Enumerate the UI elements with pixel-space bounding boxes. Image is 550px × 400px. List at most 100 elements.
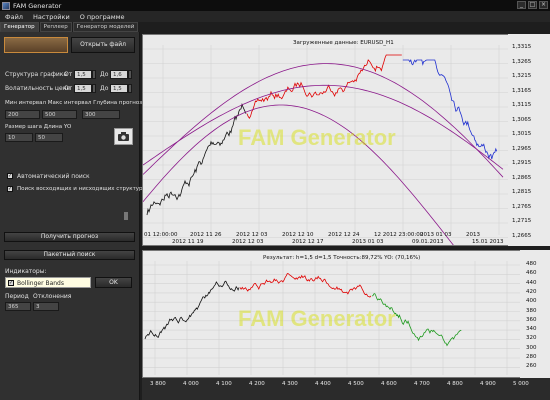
indicator-checkbox[interactable]: ✓ <box>8 280 14 286</box>
structure-from-input[interactable]: 1,5 <box>74 70 92 79</box>
price-y-tick: 1,3215 <box>512 73 532 79</box>
price-y-axis <box>508 34 550 246</box>
forecast-series <box>246 54 402 119</box>
structure-from-spinner[interactable] <box>92 70 96 79</box>
period-input[interactable]: 365 <box>5 302 31 311</box>
auto-search-label: Автоматический поиск <box>17 173 90 180</box>
step-input[interactable]: 10 <box>5 133 33 142</box>
close-button[interactable]: × <box>539 1 548 9</box>
step-label: Размер шага Длина YO <box>5 124 72 130</box>
price-y-tick: 1,2865 <box>512 174 532 181</box>
price-x-tick-lower: 2012 11 19 <box>172 239 204 245</box>
minimize-button[interactable]: _ <box>517 1 526 9</box>
result-x-tick: 4 500 <box>348 381 364 387</box>
menu-bar: Файл Настройки О программе <box>0 11 550 22</box>
structure-to-spinner[interactable] <box>128 70 132 79</box>
window-controls: _ □ × <box>517 1 548 9</box>
result-forecast-series <box>239 273 372 298</box>
min-interval-input[interactable]: 200 <box>5 110 40 119</box>
result-chart-svg: FAM Generator <box>143 261 521 375</box>
result-y-tick: 480 <box>526 261 537 267</box>
price-chart-svg: FAM Generator <box>143 45 509 245</box>
ok-button[interactable]: OK <box>95 277 132 288</box>
price-y-tick: 1,3065 <box>512 116 532 123</box>
result-chart[interactable]: FAM Generator Результат: h=1,5 d=1,5 Точ… <box>142 250 532 378</box>
volatility-to-label: До <box>100 85 109 92</box>
price-x-tick-upper: 2013 <box>466 232 480 238</box>
title-bar: FAM Generator _ □ × <box>0 0 550 11</box>
slider-handle[interactable] <box>124 212 128 220</box>
result-y-tick: 400 <box>526 298 537 305</box>
watermark: FAM Generator <box>238 125 396 150</box>
result-x-tick: 4 800 <box>447 381 463 387</box>
price-y-tick: 1,2915 <box>512 160 532 166</box>
result-x-tick: 4 000 <box>183 381 199 387</box>
price-x-tick-lower: 2013 01 03 <box>352 239 384 245</box>
result-x-tick: 4 600 <box>381 381 397 387</box>
menu-about[interactable]: О программе <box>75 13 130 21</box>
interval-labels: Мин интервал Макс интервал Глубина прогн… <box>5 100 146 106</box>
history-series <box>146 103 247 216</box>
result-y-tick: 340 <box>526 326 537 333</box>
volatility-to-input[interactable]: 1,5 <box>110 84 128 93</box>
color-swatch-button[interactable] <box>4 37 68 53</box>
price-y-tick: 1,2715 <box>512 218 532 224</box>
result-y-tick: 380 <box>526 307 537 314</box>
maximize-button[interactable]: □ <box>528 1 537 9</box>
price-chart-title: Загруженные данные: EURUSD_H1 <box>293 40 394 46</box>
volatility-to-spinner[interactable] <box>128 84 132 93</box>
app-icon <box>2 1 10 10</box>
yo-length-input[interactable]: 50 <box>35 133 63 142</box>
menu-settings[interactable]: Настройки <box>28 13 75 21</box>
price-x-tick-upper: 2012 12 24 <box>328 232 360 238</box>
menu-file[interactable]: Файл <box>0 13 28 21</box>
result-x-tick: 4 200 <box>249 381 265 387</box>
structure-from-label: От <box>64 71 73 78</box>
price-y-tick: 1,2965 <box>512 145 532 152</box>
result-x-tick: 4 100 <box>216 381 232 387</box>
price-x-tick-upper: 01 12:00:00 <box>144 232 178 238</box>
price-x-tick-upper: 2012 12 10 <box>282 232 314 238</box>
indicator-name: Bollinger Bands <box>17 280 64 287</box>
result-y-tick: 280 <box>526 354 537 360</box>
volatility-from-input[interactable]: 1,5 <box>74 84 92 93</box>
structure-to-label: До <box>100 71 109 78</box>
tab-replayer[interactable]: Реплеер <box>39 22 72 32</box>
result-x-tick: 4 300 <box>282 381 298 387</box>
tab-generator[interactable]: Генератор <box>0 22 39 32</box>
auto-search-checkbox[interactable]: ✓ <box>7 173 13 179</box>
batch-search-button[interactable]: Пакетный поиск <box>4 250 135 260</box>
volatility-from-spinner[interactable] <box>92 84 96 93</box>
indicator-box[interactable]: ✓ Bollinger Bands <box>5 277 91 288</box>
settings-panel: Открыть файл Структура графика От 1,5 До… <box>0 32 146 400</box>
price-y-tick: 1,3115 <box>512 102 532 108</box>
price-x-tick-lower: 2012 12 17 <box>292 239 324 245</box>
price-y-tick: 1,2815 <box>512 189 532 195</box>
price-chart[interactable]: FAM Generator Загруженные данные: EURUSD… <box>142 34 532 246</box>
price-x-tick-lower: 15.01 2013 <box>472 239 504 245</box>
deviation-input[interactable]: 3 <box>33 302 59 311</box>
period-label: Период <box>5 293 29 300</box>
price-y-tick: 1,3165 <box>512 87 532 94</box>
result-x-tick: 3 800 <box>150 381 166 387</box>
camera-button[interactable] <box>114 128 133 145</box>
result-y-tick: 360 <box>526 316 537 323</box>
result-x-tick: 4 400 <box>315 381 331 387</box>
max-interval-input[interactable]: 500 <box>42 110 77 119</box>
price-y-tick: 1,2665 <box>512 232 532 239</box>
result-x-tick: 4 900 <box>480 381 496 387</box>
result-y-tick: 440 <box>526 279 537 286</box>
result-y-tick: 300 <box>526 344 537 351</box>
price-x-tick-upper: 2012 12 03 <box>236 232 268 238</box>
volatility-from-label: От <box>64 85 73 92</box>
get-forecast-button[interactable]: Получить прогноз <box>4 232 135 242</box>
trend-search-checkbox[interactable]: ✓ <box>7 186 13 192</box>
actual-series <box>402 58 498 160</box>
tab-model-generator[interactable]: Генератор моделей <box>72 22 139 32</box>
structure-to-input[interactable]: 1,6 <box>110 70 128 79</box>
forecast-depth-input[interactable]: 300 <box>82 110 120 119</box>
price-x-tick-lower: 09.01.2013 <box>412 239 444 245</box>
result-y-tick: 460 <box>526 270 537 277</box>
result-y-tick: 320 <box>526 335 537 342</box>
open-file-button[interactable]: Открыть файл <box>71 37 135 53</box>
